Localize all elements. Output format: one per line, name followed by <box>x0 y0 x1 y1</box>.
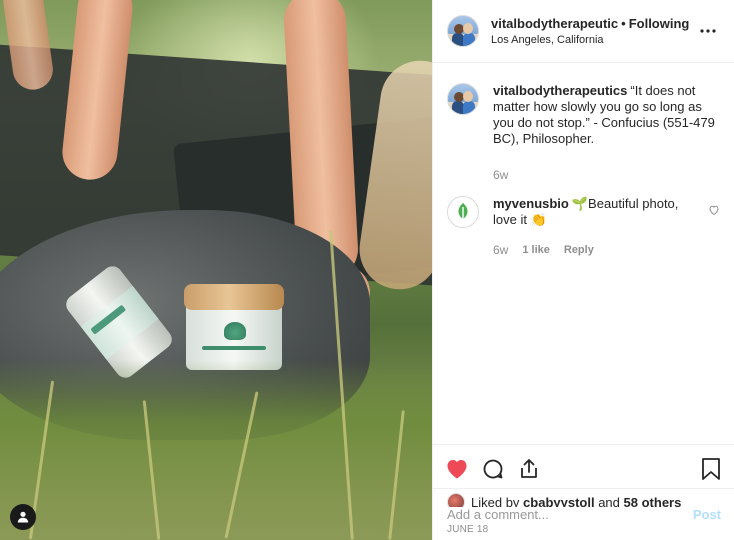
caption-timestamp[interactable]: 6w <box>493 167 508 183</box>
location-link[interactable]: Los Angeles, California <box>491 33 696 47</box>
separator-dot: • <box>621 16 626 31</box>
avatar[interactable] <box>447 15 479 47</box>
comments-list: vitalbodytherapeutics “It does not matter… <box>433 63 734 444</box>
tagged-users-button[interactable] <box>10 504 36 530</box>
grass <box>0 360 432 540</box>
leaf-icon <box>458 203 468 221</box>
comment-timestamp[interactable]: 6w <box>493 242 508 258</box>
like-button[interactable] <box>445 449 477 489</box>
action-bar <box>433 444 734 492</box>
comment-icon <box>483 459 503 478</box>
save-button[interactable] <box>690 449 722 489</box>
caption: vitalbodytherapeutics “It does not matter… <box>447 83 720 183</box>
post-header: vitalbodytherapeutic • Following Los Angel… <box>433 0 734 63</box>
post-photo[interactable] <box>0 0 432 540</box>
bookmark-icon <box>702 457 720 480</box>
share-button[interactable] <box>517 449 549 489</box>
comment-item: myvenusbio 🌱Beautiful photo, love it 👏 6w… <box>447 196 720 258</box>
header-text: vitalbodytherapeutic • Following Los Angel… <box>491 15 696 47</box>
share-icon <box>521 458 537 478</box>
more-horizontal-icon <box>700 29 716 33</box>
avatar[interactable] <box>447 196 479 228</box>
heart-filled-icon <box>447 459 467 478</box>
caption-username[interactable]: vitalbodytherapeutics <box>493 83 627 98</box>
avatar[interactable] <box>447 83 479 115</box>
comment-likes[interactable]: 1 like <box>522 242 550 258</box>
following-button[interactable]: Following <box>629 16 690 31</box>
comment-button[interactable] <box>481 449 513 489</box>
header-username[interactable]: vitalbodytherapeutic <box>491 16 618 31</box>
instagram-post: vitalbodytherapeutic • Following Los Angel… <box>0 0 734 540</box>
post-button[interactable]: Post <box>693 507 721 522</box>
comment-username[interactable]: myvenusbio <box>493 196 569 211</box>
reply-button[interactable]: Reply <box>564 242 594 258</box>
person-icon <box>17 511 29 523</box>
comment-input[interactable] <box>447 507 693 522</box>
more-options-button[interactable] <box>696 19 720 43</box>
heart-outline-icon[interactable] <box>708 204 720 216</box>
add-comment-bar: Post <box>433 488 734 540</box>
post-sidebar: vitalbodytherapeutic • Following Los Angel… <box>432 0 734 540</box>
